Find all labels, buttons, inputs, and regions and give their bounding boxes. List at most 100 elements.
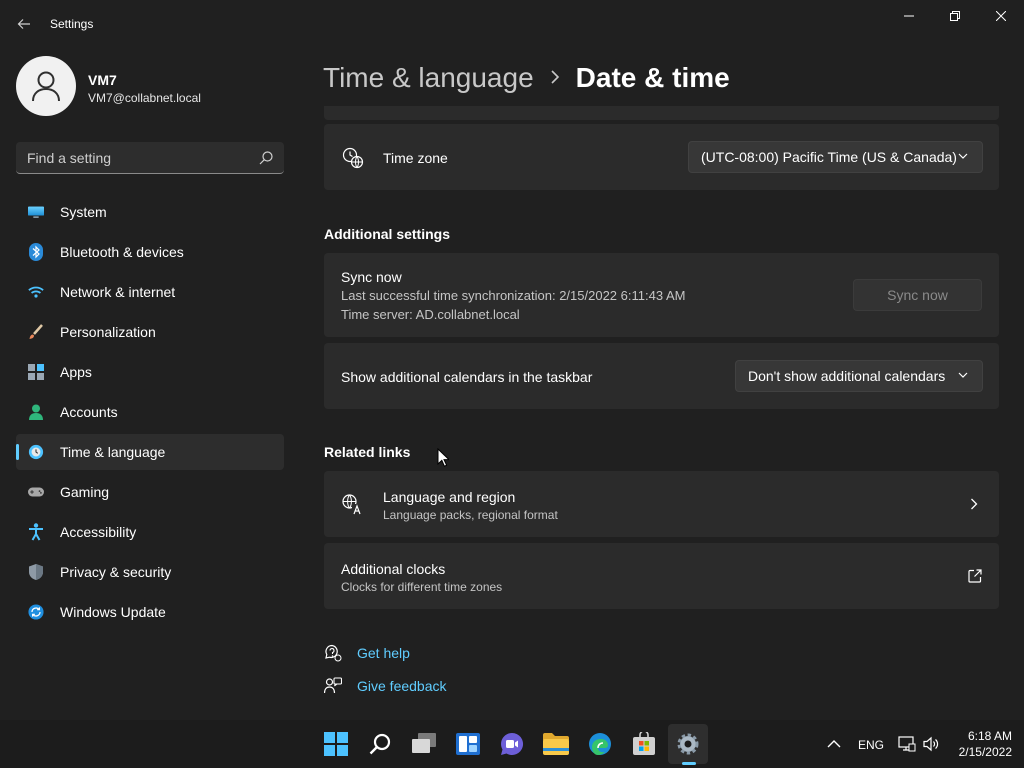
sidebar-item-label: Personalization	[60, 324, 156, 340]
profile-email: VM7@collabnet.local	[88, 91, 201, 105]
additional-clocks-link[interactable]: Additional clocks Clocks for different t…	[324, 543, 999, 609]
monitor-icon	[28, 204, 44, 220]
minimize-button[interactable]	[886, 0, 932, 32]
globe-clock-icon	[342, 147, 364, 169]
timezone-card: Time zone (UTC-08:00) Pacific Time (US &…	[324, 124, 999, 190]
sidebar-item-privacy[interactable]: Privacy & security	[16, 554, 284, 590]
scrolled-card-edge	[324, 106, 999, 120]
sidebar-item-label: Bluetooth & devices	[60, 244, 184, 260]
update-icon	[28, 604, 44, 620]
breadcrumb-parent[interactable]: Time & language	[323, 62, 534, 94]
language-region-title: Language and region	[383, 489, 516, 505]
app-title: Settings	[50, 17, 94, 31]
close-button[interactable]	[978, 0, 1024, 32]
active-app-indicator	[682, 762, 696, 765]
related-links-heading: Related links	[324, 444, 411, 460]
sidebar-item-time-language[interactable]: Time & language	[16, 434, 284, 470]
apps-icon	[28, 364, 44, 380]
search-box	[16, 142, 284, 174]
task-view-icon	[412, 733, 436, 753]
calendars-card: Show additional calendars in the taskbar…	[324, 343, 999, 409]
edge-button[interactable]	[580, 724, 620, 764]
search-input[interactable]	[16, 142, 246, 173]
wifi-icon	[28, 284, 44, 300]
gamepad-icon	[28, 484, 44, 500]
file-explorer-button[interactable]	[536, 724, 576, 764]
sidebar-item-label: Apps	[60, 364, 92, 380]
search-icon	[369, 733, 391, 755]
bluetooth-icon	[28, 243, 44, 261]
breadcrumb: Time & language Date & time	[323, 58, 730, 98]
start-button[interactable]	[316, 724, 356, 764]
sidebar-item-system[interactable]: System	[16, 194, 284, 230]
chevron-right-icon	[550, 67, 560, 90]
sidebar-item-accounts[interactable]: Accounts	[16, 394, 284, 430]
sidebar-item-bluetooth[interactable]: Bluetooth & devices	[16, 234, 284, 270]
volume-icon[interactable]	[922, 735, 940, 753]
help-chat-icon	[325, 644, 342, 662]
restore-button[interactable]	[932, 0, 978, 32]
mouse-cursor-icon	[437, 448, 449, 467]
sidebar-item-personalization[interactable]: Personalization	[16, 314, 284, 350]
user-profile[interactable]: VM7 VM7@collabnet.local	[16, 56, 286, 118]
restore-icon	[950, 11, 960, 21]
additional-clocks-title: Additional clocks	[341, 561, 446, 577]
minimize-icon	[904, 15, 914, 17]
sidebar-item-windows-update[interactable]: Windows Update	[16, 594, 284, 630]
sidebar-item-apps[interactable]: Apps	[16, 354, 284, 390]
sidebar-item-label: Network & internet	[60, 284, 176, 300]
calendars-value: Don't show additional calendars	[748, 368, 946, 384]
person-icon	[28, 404, 44, 420]
clock-date[interactable]: 2/15/2022	[952, 745, 1012, 759]
sidebar-item-network[interactable]: Network & internet	[16, 274, 284, 310]
sidebar-item-accessibility[interactable]: Accessibility	[16, 514, 284, 550]
title-bar: Settings	[0, 0, 1024, 48]
page-title: Date & time	[575, 62, 730, 93]
start-icon	[324, 732, 348, 756]
additional-clocks-subtitle: Clocks for different time zones	[341, 580, 503, 594]
file-explorer-icon	[543, 733, 569, 755]
profile-name: VM7	[88, 72, 117, 88]
paintbrush-icon	[28, 324, 44, 340]
back-button[interactable]	[12, 12, 36, 36]
chevron-down-icon	[958, 372, 968, 378]
settings-icon	[677, 733, 699, 755]
globe-clock-icon	[28, 444, 44, 460]
sidebar-item-label: System	[60, 204, 107, 220]
give-feedback-text: Give feedback	[357, 678, 447, 694]
settings-taskbar-button[interactable]	[668, 724, 708, 764]
sidebar-nav: System Bluetooth & devices Network & int…	[16, 194, 284, 634]
taskbar-search-button[interactable]	[360, 724, 400, 764]
sync-title: Sync now	[341, 269, 402, 285]
task-view-button[interactable]	[404, 724, 444, 764]
store-button[interactable]	[624, 724, 664, 764]
sidebar-item-gaming[interactable]: Gaming	[16, 474, 284, 510]
sidebar-item-label: Windows Update	[60, 604, 166, 620]
sidebar-item-label: Time & language	[60, 444, 166, 460]
search-icon[interactable]	[258, 150, 274, 166]
feedback-icon	[324, 677, 342, 694]
timezone-dropdown[interactable]: (UTC-08:00) Pacific Time (US & Canada)	[688, 141, 983, 173]
store-icon	[633, 732, 655, 755]
timezone-label: Time zone	[383, 150, 448, 166]
get-help-link[interactable]: Get help	[324, 643, 410, 663]
sync-now-button[interactable]: Sync now	[853, 279, 982, 311]
chevron-down-icon	[958, 153, 968, 159]
calendars-dropdown[interactable]: Don't show additional calendars	[735, 360, 983, 392]
language-icon	[342, 494, 363, 515]
additional-settings-heading: Additional settings	[324, 226, 450, 242]
language-region-link[interactable]: Language and region Language packs, regi…	[324, 471, 999, 537]
edge-icon	[589, 733, 611, 755]
widgets-button[interactable]	[448, 724, 488, 764]
clock-time[interactable]: 6:18 AM	[952, 729, 1012, 743]
open-external-icon	[968, 569, 982, 583]
language-indicator[interactable]: ENG	[858, 738, 884, 752]
calendars-label: Show additional calendars in the taskbar	[341, 369, 593, 385]
chevron-up-icon[interactable]	[826, 736, 842, 752]
sidebar-item-label: Accessibility	[60, 524, 137, 540]
chat-icon	[501, 732, 524, 755]
sidebar-item-label: Privacy & security	[60, 564, 172, 580]
network-icon[interactable]	[898, 735, 916, 753]
chat-button[interactable]	[492, 724, 532, 764]
give-feedback-link[interactable]: Give feedback	[324, 676, 447, 696]
